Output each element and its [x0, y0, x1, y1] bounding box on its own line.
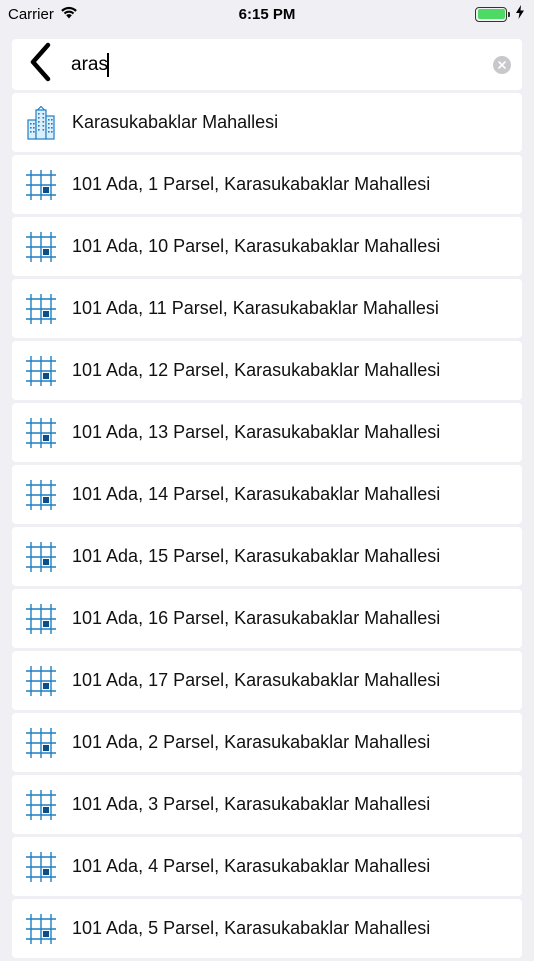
- result-row-parcel[interactable]: 101 Ada, 15 Parsel, Karasukabaklar Mahal…: [12, 527, 522, 586]
- result-row-parcel[interactable]: 101 Ada, 14 Parsel, Karasukabaklar Mahal…: [12, 465, 522, 524]
- result-label: 101 Ada, 4 Parsel, Karasukabaklar Mahall…: [72, 856, 431, 876]
- clear-button[interactable]: [493, 55, 511, 74]
- result-row-neighborhood[interactable]: Karasukabaklar Mahallesi: [12, 93, 522, 152]
- parcel-grid-icon: [25, 788, 57, 822]
- result-row-parcel[interactable]: 101 Ada, 13 Parsel, Karasukabaklar Mahal…: [12, 403, 522, 462]
- result-row-parcel[interactable]: 101 Ada, 17 Parsel, Karasukabaklar Mahal…: [12, 651, 522, 710]
- results-list: Karasukabaklar Mahallesi 101 Ada, 1 Pars…: [12, 93, 522, 961]
- search-input[interactable]: aras: [71, 54, 108, 76]
- result-row-parcel[interactable]: 101 Ada, 10 Parsel, Karasukabaklar Mahal…: [12, 217, 522, 276]
- result-label: 101 Ada, 14 Parsel, Karasukabaklar Mahal…: [72, 484, 441, 504]
- result-row-parcel[interactable]: 101 Ada, 5 Parsel, Karasukabaklar Mahall…: [12, 899, 522, 958]
- wifi-icon: [60, 6, 78, 23]
- search-field[interactable]: aras: [68, 52, 493, 77]
- result-row-parcel[interactable]: 101 Ada, 16 Parsel, Karasukabaklar Mahal…: [12, 589, 522, 648]
- result-label: 101 Ada, 11 Parsel, Karasukabaklar Mahal…: [72, 298, 439, 318]
- clear-icon: [498, 56, 506, 74]
- result-row-parcel[interactable]: 101 Ada, 1 Parsel, Karasukabaklar Mahall…: [12, 155, 522, 214]
- result-row-parcel[interactable]: 101 Ada, 12 Parsel, Karasukabaklar Mahal…: [12, 341, 522, 400]
- status-right: [475, 5, 524, 23]
- result-label: 101 Ada, 12 Parsel, Karasukabaklar Mahal…: [72, 360, 441, 380]
- search-bar: aras: [12, 39, 522, 90]
- result-label: 101 Ada, 1 Parsel, Karasukabaklar Mahall…: [72, 174, 431, 194]
- status-bar: Carrier 6:15 PM: [0, 0, 534, 28]
- parcel-grid-icon: [25, 726, 57, 760]
- status-left: Carrier: [8, 6, 78, 23]
- result-label: 101 Ada, 15 Parsel, Karasukabaklar Mahal…: [72, 546, 441, 566]
- parcel-grid-icon: [25, 230, 57, 264]
- result-label: 101 Ada, 2 Parsel, Karasukabaklar Mahall…: [72, 732, 431, 752]
- carrier-label: Carrier: [8, 5, 54, 23]
- parcel-grid-icon: [25, 292, 57, 326]
- result-label: 101 Ada, 16 Parsel, Karasukabaklar Mahal…: [72, 608, 441, 628]
- parcel-grid-icon: [25, 416, 57, 450]
- result-row-parcel[interactable]: 101 Ada, 3 Parsel, Karasukabaklar Mahall…: [12, 775, 522, 834]
- parcel-grid-icon: [25, 912, 57, 946]
- result-label: 101 Ada, 13 Parsel, Karasukabaklar Mahal…: [72, 422, 441, 442]
- parcel-grid-icon: [25, 354, 57, 388]
- result-label: 101 Ada, 3 Parsel, Karasukabaklar Mahall…: [72, 794, 431, 814]
- parcel-grid-icon: [25, 478, 57, 512]
- status-time: 6:15 PM: [238, 5, 296, 23]
- result-row-parcel[interactable]: 101 Ada, 11 Parsel, Karasukabaklar Mahal…: [12, 279, 522, 338]
- buildings-icon: [25, 105, 57, 140]
- text-cursor: [106, 52, 109, 77]
- battery-icon: [475, 6, 510, 22]
- parcel-grid-icon: [25, 540, 57, 574]
- chevron-left-icon: [28, 42, 52, 87]
- parcel-grid-icon: [25, 850, 57, 884]
- back-button[interactable]: [12, 39, 68, 90]
- charging-bolt-icon: [516, 5, 524, 23]
- parcel-grid-icon: [25, 602, 57, 636]
- result-row-parcel[interactable]: 101 Ada, 2 Parsel, Karasukabaklar Mahall…: [12, 713, 522, 772]
- result-label: 101 Ada, 5 Parsel, Karasukabaklar Mahall…: [72, 918, 431, 938]
- result-label: 101 Ada, 10 Parsel, Karasukabaklar Mahal…: [72, 236, 441, 256]
- result-label: Karasukabaklar Mahallesi: [72, 112, 279, 132]
- parcel-grid-icon: [25, 168, 57, 202]
- parcel-grid-icon: [25, 664, 57, 698]
- result-row-parcel[interactable]: 101 Ada, 4 Parsel, Karasukabaklar Mahall…: [12, 837, 522, 896]
- result-label: 101 Ada, 17 Parsel, Karasukabaklar Mahal…: [72, 670, 441, 690]
